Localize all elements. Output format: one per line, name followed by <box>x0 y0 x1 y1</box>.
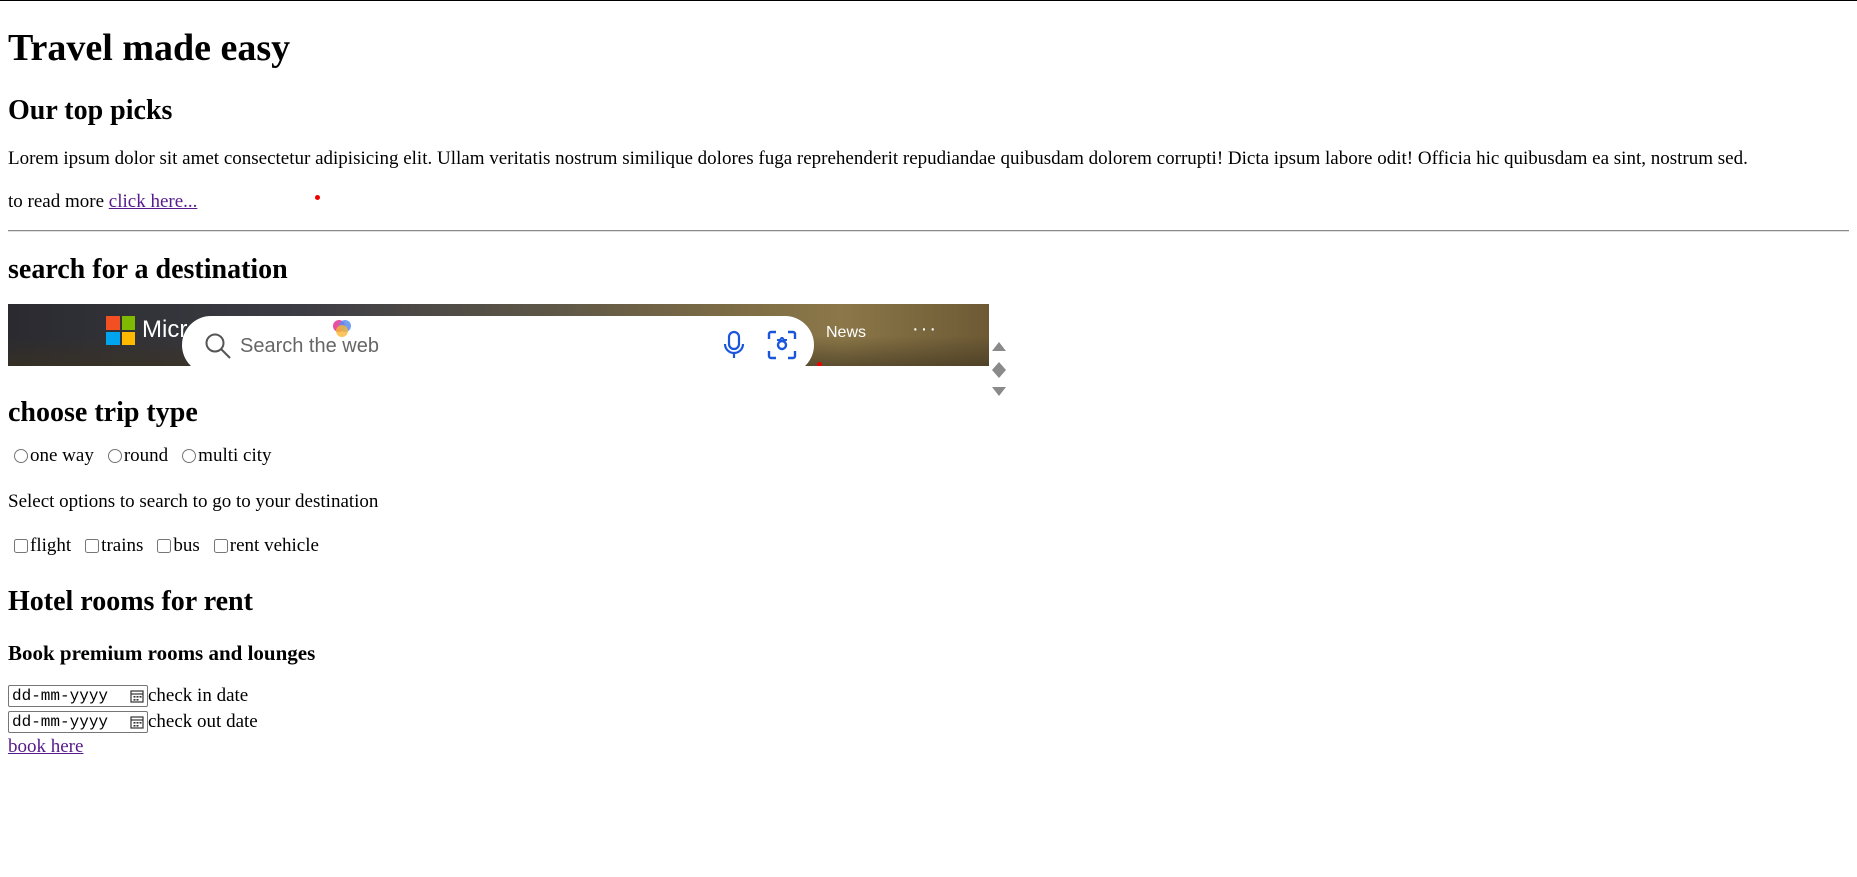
checkout-label: check out date <box>148 711 258 732</box>
copilot-icon[interactable] <box>332 318 352 338</box>
iframe-scrollbar[interactable] <box>988 340 1010 400</box>
transport-option-label: flight <box>30 535 72 556</box>
transport-option-trains[interactable]: trains <box>79 534 143 558</box>
logo-red-square <box>106 316 120 330</box>
calendar-icon[interactable] <box>130 689 144 703</box>
read-more-line: to read more click here... <box>8 190 1849 214</box>
transport-option-bus[interactable]: bus <box>151 534 200 558</box>
logo-yellow-square <box>121 331 135 345</box>
checkin-date-placeholder: dd-mm-yyyy <box>12 687 109 705</box>
trip-option-multi-city[interactable]: multi city <box>176 444 272 468</box>
trip-type-options: one way round multi city <box>8 444 1849 471</box>
book-here-link[interactable]: book here <box>8 736 83 757</box>
page: Travel made easy Our top picks Lorem ips… <box>0 26 1857 759</box>
cursor-dot <box>315 195 320 200</box>
hotel-subheading: Book premium rooms and lounges <box>8 641 316 665</box>
scroll-down-arrow-icon[interactable] <box>992 387 1006 396</box>
transport-option-label: trains <box>101 535 144 556</box>
checkin-label: check in date <box>148 685 249 706</box>
microsoft-logo-icon <box>106 316 135 345</box>
trip-radio-one-way[interactable] <box>14 449 28 463</box>
scroll-up-arrow-icon[interactable] <box>992 342 1006 351</box>
transport-option-flight[interactable]: flight <box>8 534 71 558</box>
transport-option-rent-vehicle[interactable]: rent vehicle <box>208 534 319 558</box>
microphone-icon[interactable] <box>722 330 746 360</box>
transport-options: flight trains bus rent vehicle <box>8 534 1849 561</box>
checkbox-trains[interactable] <box>85 539 100 553</box>
trip-radio-round[interactable] <box>107 449 122 463</box>
trip-radio-multi-city[interactable] <box>182 449 197 463</box>
top-picks-paragraph: Lorem ipsum dolor sit amet consectetur a… <box>8 148 1748 169</box>
more-options-icon[interactable]: ··· <box>912 318 938 341</box>
transport-option-label: bus <box>173 535 200 556</box>
page-title: Travel made easy <box>8 27 291 69</box>
transport-prompt: Select options to search to go to your d… <box>8 491 379 512</box>
trip-option-label: round <box>123 445 169 466</box>
checkbox-bus[interactable] <box>157 539 172 553</box>
checkbox-flight[interactable] <box>14 539 28 553</box>
top-picks-heading: Our top picks <box>8 95 173 126</box>
logo-green-square <box>121 316 135 330</box>
checkbox-rent-vehicle[interactable] <box>213 539 228 553</box>
transport-option-label: rent vehicle <box>229 535 319 556</box>
search-icon <box>205 333 231 359</box>
bing-search-box[interactable]: Search the web <box>182 316 814 366</box>
divider <box>8 230 1849 232</box>
search-heading: search for a destination <box>8 254 288 285</box>
trip-option-label: multi city <box>198 445 272 466</box>
bing-embed-frame[interactable]: Microsoft Bing Search the web News <box>8 304 989 366</box>
hotel-heading: Hotel rooms for rent <box>8 586 253 617</box>
trip-type-heading: choose trip type <box>8 397 198 428</box>
read-more-link[interactable]: click here... <box>109 191 198 212</box>
checkout-date-input[interactable]: dd-mm-yyyy <box>8 711 148 733</box>
notification-dot <box>817 362 822 366</box>
book-row: book here <box>8 735 1849 759</box>
trip-option-one-way[interactable]: one way <box>8 444 94 468</box>
trip-option-label: one way <box>30 445 94 466</box>
scroll-handle[interactable] <box>992 362 1006 378</box>
news-link[interactable]: News <box>826 324 866 342</box>
trip-option-round[interactable]: round <box>102 444 168 468</box>
logo-blue-square <box>106 331 120 345</box>
calendar-icon[interactable] <box>130 715 144 729</box>
read-more-prefix: to read more <box>8 191 109 212</box>
search-placeholder[interactable]: Search the web <box>240 335 379 358</box>
checkin-row: dd-mm-yyyy check in date <box>8 683 1849 709</box>
checkin-date-input[interactable]: dd-mm-yyyy <box>8 685 148 707</box>
checkout-row: dd-mm-yyyy check out date <box>8 709 1849 735</box>
checkout-date-placeholder: dd-mm-yyyy <box>12 713 109 731</box>
visual-search-icon[interactable] <box>766 329 798 361</box>
